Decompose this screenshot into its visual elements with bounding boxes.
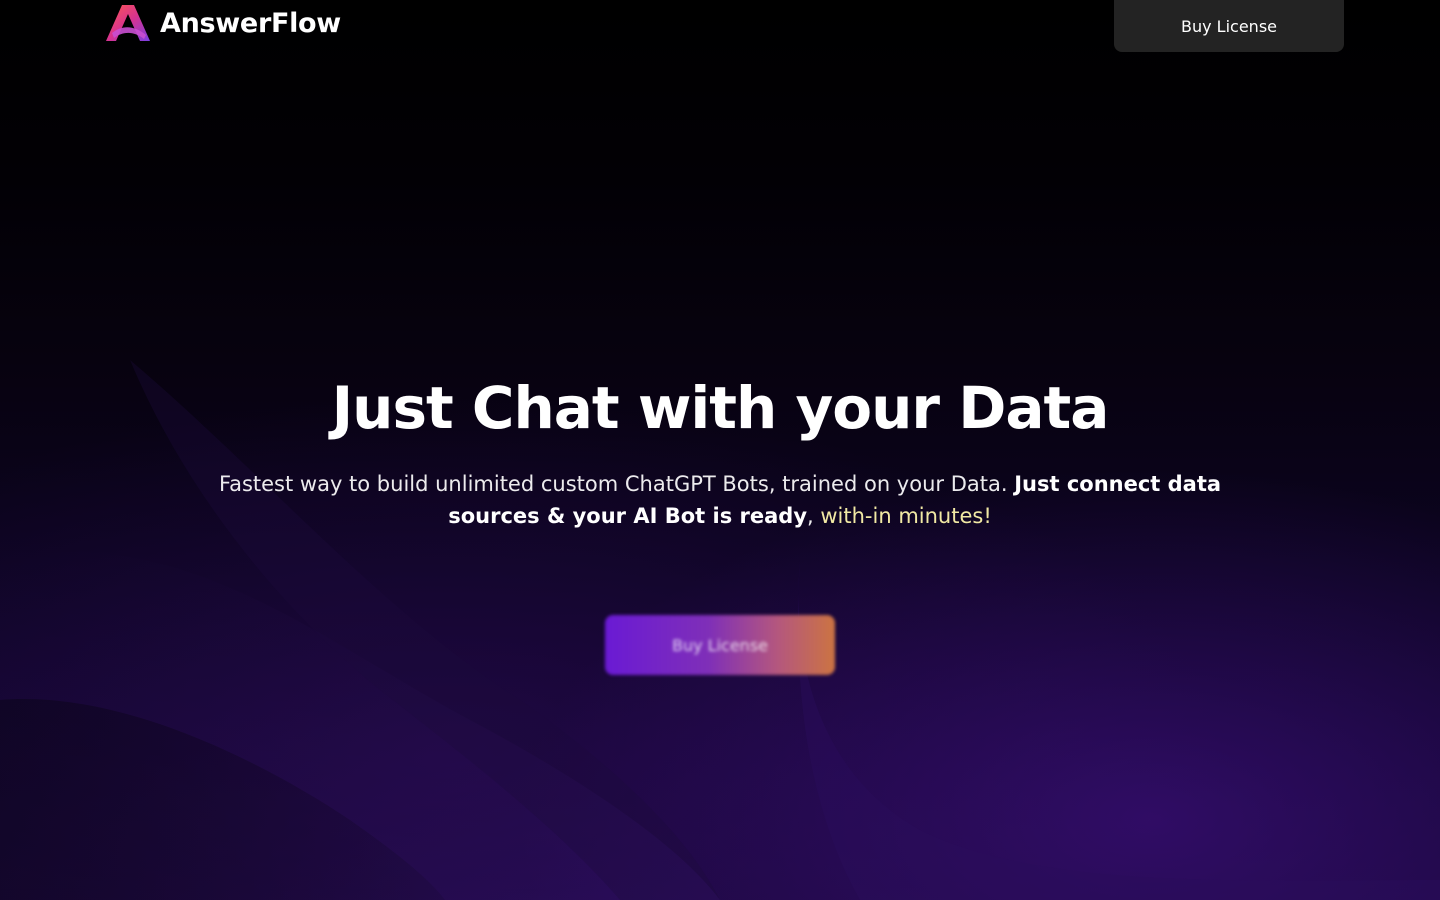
answerflow-logo-icon	[106, 5, 150, 41]
brand-name: AnswerFlow	[160, 8, 341, 39]
buy-license-nav-button[interactable]: Buy License	[1114, 0, 1344, 52]
hero-subtitle-separator: ,	[807, 504, 821, 528]
hero-section: Just Chat with your Data Fastest way to …	[0, 370, 1440, 532]
landing-page: AnswerFlow Buy License Just Chat with yo…	[0, 0, 1440, 900]
hero-subtitle-intro: Fastest way to build unlimited custom Ch…	[218, 472, 1015, 496]
hero-subtitle-accent: with-in minutes!	[820, 504, 992, 528]
site-header: AnswerFlow Buy License	[0, 0, 1440, 60]
brand-logo[interactable]: AnswerFlow	[104, 4, 341, 44]
hero-subtitle: Fastest way to build unlimited custom Ch…	[170, 468, 1270, 532]
hero-title: Just Chat with your Data	[331, 374, 1110, 442]
buy-license-cta-button[interactable]: Buy License	[605, 615, 835, 675]
